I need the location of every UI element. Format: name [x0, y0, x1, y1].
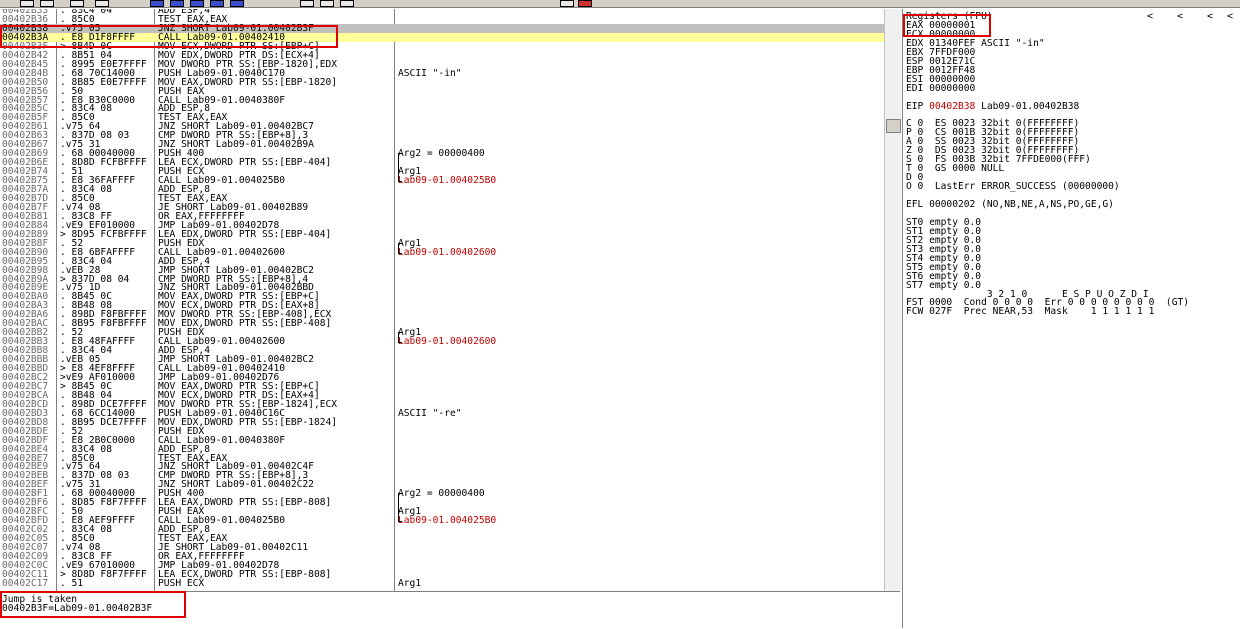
argument-bracket	[398, 493, 402, 523]
disasm-row[interactable]: 00402BDF. E8 2B0C0000 CALL Lab09-01.00403…	[0, 435, 884, 445]
register-line[interactable]: EDI 00000000	[906, 83, 975, 93]
row-comment: Lab09-01.004025B0	[398, 175, 497, 187]
disasm-row[interactable]: 00402B75. E8 36FAFFFF CALL Lab09-01.00402…	[0, 175, 884, 187]
disasm-row[interactable]: 00402C17 . 51 PUSH ECX Arg1	[0, 577, 884, 589]
disasm-row[interactable]: 00402B95. 83C4 04 ADD ESP,4	[0, 256, 884, 266]
eip-label: EIP	[906, 100, 930, 112]
disasm-row[interactable]: 00402BE7. 85C0 TEST EAX,EAX	[0, 453, 884, 463]
disasm-row[interactable]: 00402B7A. 83C4 08 ADD ESP,8	[0, 185, 884, 195]
toolbar-button[interactable]	[95, 0, 109, 7]
arrow-left-icon[interactable]: <	[1147, 11, 1153, 22]
disasm-row[interactable]: 00402B63. 837D 08 03 CMP DWORD PTR SS:[EB…	[0, 131, 884, 141]
argument-bracket	[398, 242, 402, 254]
toolbar-button[interactable]	[150, 0, 164, 7]
disasm-row[interactable]: 00402B5F. 85C0 TEST EAX,EAX	[0, 113, 884, 123]
disasm-row[interactable]: 00402B61 .v75 64 JNZ SHORT Lab09-01.00402B…	[0, 122, 884, 132]
toolbar-button[interactable]	[170, 0, 184, 7]
disasm-row[interactable]: 00402BB8. 83C4 04 ADD ESP,4	[0, 346, 884, 356]
toolbar-button[interactable]	[210, 0, 224, 7]
disasm-row[interactable]: 00402BE4. 83C4 08 ADD ESP,8	[0, 444, 884, 454]
info-line: 00402B3F=Lab09-01.00402B3F	[2, 603, 153, 614]
row-comment: Arg2 = 00000400	[398, 148, 485, 160]
toolbar-button[interactable]	[20, 0, 34, 7]
row-comment: Lab09-01.00402600	[398, 246, 497, 258]
disasm-row[interactable]: 00402BF6. 8D85 F8F7FFFF LEA EAX,DWORD PTR…	[0, 498, 884, 508]
disasm-row[interactable]: 00402B90. E8 6BFAFFFF CALL Lab09-01.00402…	[0, 246, 884, 258]
toolbar-button[interactable]	[230, 0, 244, 7]
registers-pane[interactable]: Registers (FPU) < < < < EAX 00000001 ECX …	[902, 9, 1240, 628]
disasm-row[interactable]: 00402B50. 8B85 E0E7FFFF MOV EAX,DWORD PTR…	[0, 77, 884, 87]
toolbar	[0, 0, 1240, 8]
disasm-row[interactable]: 00402BEB. 837D 08 03 CMP DWORD PTR SS:[EB…	[0, 471, 884, 481]
toolbar-button[interactable]	[300, 0, 314, 7]
toolbar-button[interactable]	[190, 0, 204, 7]
disasm-row[interactable]: 00402C02. 83C4 08 ADD ESP,8	[0, 525, 884, 535]
register-line[interactable]: EFL 00000202 (NO,NB,NE,A,NS,PO,GE,G)	[906, 200, 1114, 210]
row-disassembly: PUSH ECX	[158, 577, 205, 589]
row-address: 00402C17	[2, 577, 49, 589]
toolbar-button[interactable]	[320, 0, 334, 7]
toolbar-button[interactable]	[560, 0, 574, 7]
disasm-row[interactable]: 00402BAC. 8B95 F8FBFFFF MOV EDX,DWORD PTR…	[0, 319, 884, 329]
disasm-row[interactable]: 00402B9A > 837D 08 04 CMP DWORD PTR SS:[EB…	[0, 274, 884, 284]
row-hex-bytes: . 51	[60, 577, 84, 589]
eip-value: 00402B38	[929, 100, 976, 112]
disasm-row[interactable]: 00402C07 .v74 08 JE SHORT Lab09-01.00402C1…	[0, 543, 884, 553]
disasm-row[interactable]: 00402BA0. 8B45 0C MOV EAX,DWORD PTR SS:[E…	[0, 292, 884, 302]
disasm-row[interactable]: 00402B3F > 8B4D 0C MOV ECX,DWORD PTR SS:[E…	[0, 41, 884, 51]
toolbar-button[interactable]	[40, 0, 54, 7]
row-comment: Lab09-01.00402600	[398, 336, 497, 348]
disassembly-pane[interactable]: 00402B33. 83C4 04 ADD ESP,4 00402B36. 85C0…	[0, 9, 900, 591]
toolbar-button[interactable]	[70, 0, 84, 7]
row-comment: ASCII "-in"	[398, 67, 462, 79]
disasm-row[interactable]: 00402C11 > 8D8D F8F7FFFF LEA ECX,DWORD PTR…	[0, 570, 884, 580]
disasm-row[interactable]: 00402B3A. E8 D1F8FFFF CALL Lab09-01.00402…	[0, 33, 884, 42]
disasm-row[interactable]: 00402B5C. 83C4 08 ADD ESP,8	[0, 104, 884, 114]
info-pane: Jump is taken 00402B3F=Lab09-01.00402B3F	[0, 591, 900, 629]
disasm-row[interactable]: 00402B36. 85C0 TEST EAX,EAX	[0, 15, 884, 25]
toolbar-button[interactable]	[578, 0, 592, 7]
row-comment: Arg1	[398, 577, 422, 589]
register-line[interactable]: FCW 027F Prec NEAR,53 Mask 1 1 1 1 1 1	[906, 307, 1154, 317]
toolbar-button[interactable]	[340, 0, 354, 7]
disasm-row[interactable]: 00402B98 .vEB 28 JMP SHORT Lab09-01.00402B…	[0, 265, 884, 275]
disassembly-scrollbar[interactable]	[884, 9, 901, 591]
disasm-row[interactable]: 00402B9E .v75 1D JNZ SHORT Lab09-01.00402B…	[0, 283, 884, 293]
register-line[interactable]: EIP 00402B38 Lab09-01.00402B38	[906, 100, 1080, 112]
argument-bracket	[398, 332, 402, 344]
disasm-row[interactable]: 00402BD8. 8B95 DCE7FFFF MOV EDX,DWORD PTR…	[0, 417, 884, 427]
row-comment: Lab09-01.004025B0	[398, 515, 497, 527]
scrollbar-thumb[interactable]	[886, 119, 901, 133]
disasm-row[interactable]: 00402B6E. 8D8D FCFBFFFF LEA ECX,DWORD PTR…	[0, 158, 884, 168]
disasm-row[interactable]: 00402BFD. E8 AEF9FFFF CALL Lab09-01.00402…	[0, 515, 884, 527]
disasm-row[interactable]: 00402BC2 >vE9 AF010000 JMP Lab09-01.00402D…	[0, 373, 884, 383]
arrow-left-icon[interactable]: <	[1227, 11, 1233, 22]
disasm-row[interactable]: 00402BB3. E8 48FAFFFF CALL Lab09-01.00402…	[0, 336, 884, 348]
disasm-row[interactable]: 00402B57. E8 B30C0000 CALL Lab09-01.00403…	[0, 95, 884, 105]
disasm-row[interactable]: 00402B7F .v74 08 JE SHORT Lab09-01.00402B8…	[0, 203, 884, 213]
disasm-row[interactable]: 00402BC7 > 8B45 0C MOV EAX,DWORD PTR SS:[E…	[0, 382, 884, 392]
arrow-left-icon[interactable]: <	[1207, 11, 1213, 22]
argument-bracket	[398, 153, 402, 183]
row-comment: ASCII "-re"	[398, 407, 462, 419]
disasm-row[interactable]: 00402BE9 .v75 64 JNZ SHORT Lab09-01.00402C…	[0, 462, 884, 472]
arrow-left-icon[interactable]: <	[1177, 11, 1183, 22]
row-comment: Arg2 = 00000400	[398, 488, 485, 500]
disasm-row[interactable]: 00402B7D. 85C0 TEST EAX,EAX	[0, 194, 884, 204]
register-line[interactable]: O 0 LastErr ERROR_SUCCESS (00000000)	[906, 182, 1120, 192]
disasm-row[interactable]: 00402B89 > 8D95 FCFBFFFF LEA EDX,DWORD PTR…	[0, 229, 884, 239]
eip-symbol: Lab09-01.00402B38	[975, 100, 1080, 112]
disasm-row[interactable]: 00402C05. 85C0 TEST EAX,EAX	[0, 534, 884, 544]
